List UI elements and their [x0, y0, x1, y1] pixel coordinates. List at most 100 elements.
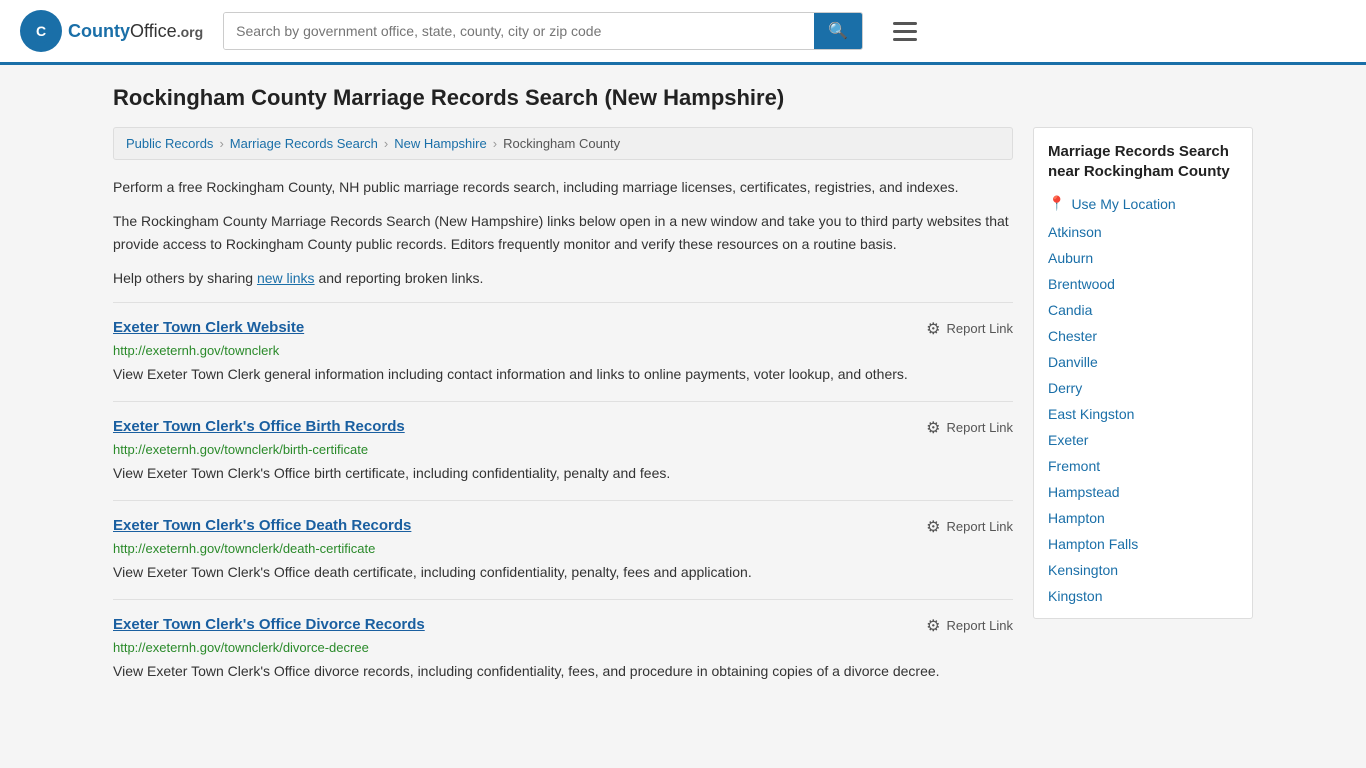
breadcrumb: Public Records › Marriage Records Search…	[113, 127, 1013, 160]
breadcrumb-new-hampshire[interactable]: New Hampshire	[394, 136, 486, 151]
page-title: Rockingham County Marriage Records Searc…	[113, 85, 1253, 111]
description-2: The Rockingham County Marriage Records S…	[113, 210, 1013, 255]
result-item: Exeter Town Clerk's Office Divorce Recor…	[113, 599, 1013, 698]
sidebar-link-item-6: Derry	[1048, 380, 1238, 396]
search-input[interactable]	[224, 13, 814, 49]
use-my-location[interactable]: 📍 Use My Location	[1048, 195, 1238, 212]
sidebar-link-danville[interactable]: Danville	[1048, 354, 1098, 370]
sidebar-links: Atkinson Auburn Brentwood Candia Chester Danv…	[1048, 224, 1238, 604]
sidebar-link-chester[interactable]: Chester	[1048, 328, 1097, 344]
result-header: Exeter Town Clerk's Office Death Records…	[113, 517, 1013, 537]
sidebar-link-atkinson[interactable]: Atkinson	[1048, 224, 1102, 240]
logo-text: CountyOffice.org	[68, 21, 203, 42]
result-item: Exeter Town Clerk's Office Birth Records…	[113, 401, 1013, 500]
result-title-3[interactable]: Exeter Town Clerk's Office Divorce Recor…	[113, 616, 425, 633]
result-title-0[interactable]: Exeter Town Clerk Website	[113, 319, 304, 336]
description-3-prefix: Help others by sharing	[113, 270, 257, 286]
report-icon-3: ⚙	[926, 616, 940, 636]
sidebar-link-east-kingston[interactable]: East Kingston	[1048, 406, 1134, 422]
result-header: Exeter Town Clerk's Office Birth Records…	[113, 418, 1013, 438]
logo[interactable]: C CountyOffice.org	[20, 10, 203, 52]
sidebar-link-item-4: Chester	[1048, 328, 1238, 344]
sidebar-link-item-10: Hampstead	[1048, 484, 1238, 500]
search-bar: 🔍	[223, 12, 863, 50]
breadcrumb-rockingham-county: Rockingham County	[503, 136, 620, 151]
search-button[interactable]: 🔍	[814, 13, 862, 49]
svg-text:C: C	[36, 23, 46, 39]
report-link-0[interactable]: ⚙ Report Link	[926, 319, 1013, 339]
location-label: Use My Location	[1071, 196, 1175, 212]
sidebar-link-hampton-falls[interactable]: Hampton Falls	[1048, 536, 1138, 552]
result-title-2[interactable]: Exeter Town Clerk's Office Death Records	[113, 517, 411, 534]
sidebar-link-item-12: Hampton Falls	[1048, 536, 1238, 552]
result-item: Exeter Town Clerk Website ⚙ Report Link …	[113, 302, 1013, 401]
sidebar-link-item-5: Danville	[1048, 354, 1238, 370]
report-icon-1: ⚙	[926, 418, 940, 438]
description-3-suffix: and reporting broken links.	[315, 270, 484, 286]
result-url-1[interactable]: http://exeternh.gov/townclerk/birth-cert…	[113, 442, 1013, 457]
sidebar: Marriage Records Search near Rockingham …	[1033, 127, 1253, 619]
breadcrumb-public-records[interactable]: Public Records	[126, 136, 213, 151]
search-icon: 🔍	[828, 23, 848, 40]
menu-line-2	[893, 30, 917, 33]
sidebar-link-item-2: Brentwood	[1048, 276, 1238, 292]
menu-line-1	[893, 22, 917, 25]
report-label-1: Report Link	[947, 420, 1013, 435]
breadcrumb-sep-1: ›	[219, 136, 223, 151]
result-url-3[interactable]: http://exeternh.gov/townclerk/divorce-de…	[113, 640, 1013, 655]
sidebar-link-item-3: Candia	[1048, 302, 1238, 318]
sidebar-title: Marriage Records Search near Rockingham …	[1048, 142, 1238, 181]
sidebar-link-derry[interactable]: Derry	[1048, 380, 1082, 396]
result-title-1[interactable]: Exeter Town Clerk's Office Birth Records	[113, 418, 405, 435]
breadcrumb-sep-2: ›	[384, 136, 388, 151]
sidebar-link-brentwood[interactable]: Brentwood	[1048, 276, 1115, 292]
report-link-3[interactable]: ⚙ Report Link	[926, 616, 1013, 636]
breadcrumb-sep-3: ›	[493, 136, 497, 151]
report-icon-0: ⚙	[926, 319, 940, 339]
sidebar-link-item-11: Hampton	[1048, 510, 1238, 526]
result-desc-3: View Exeter Town Clerk's Office divorce …	[113, 661, 1013, 682]
sidebar-link-kingston[interactable]: Kingston	[1048, 588, 1102, 604]
description-3: Help others by sharing new links and rep…	[113, 267, 1013, 289]
result-item: Exeter Town Clerk's Office Death Records…	[113, 500, 1013, 599]
menu-button[interactable]	[893, 22, 917, 41]
page-wrap: Rockingham County Marriage Records Searc…	[93, 65, 1273, 718]
sidebar-link-candia[interactable]: Candia	[1048, 302, 1092, 318]
sidebar-link-item-0: Atkinson	[1048, 224, 1238, 240]
sidebar-link-exeter[interactable]: Exeter	[1048, 432, 1088, 448]
menu-line-3	[893, 38, 917, 41]
sidebar-link-item-9: Fremont	[1048, 458, 1238, 474]
sidebar-link-fremont[interactable]: Fremont	[1048, 458, 1100, 474]
logo-icon: C	[20, 10, 62, 52]
result-desc-1: View Exeter Town Clerk's Office birth ce…	[113, 463, 1013, 484]
result-desc-0: View Exeter Town Clerk general informati…	[113, 364, 1013, 385]
result-header: Exeter Town Clerk's Office Divorce Recor…	[113, 616, 1013, 636]
result-url-0[interactable]: http://exeternh.gov/townclerk	[113, 343, 1013, 358]
sidebar-link-item-7: East Kingston	[1048, 406, 1238, 422]
description-1: Perform a free Rockingham County, NH pub…	[113, 176, 1013, 198]
sidebar-link-item-13: Kensington	[1048, 562, 1238, 578]
breadcrumb-marriage-records-search[interactable]: Marriage Records Search	[230, 136, 378, 151]
results-list: Exeter Town Clerk Website ⚙ Report Link …	[113, 302, 1013, 698]
report-label-0: Report Link	[947, 321, 1013, 336]
pin-icon: 📍	[1048, 195, 1065, 212]
sidebar-link-item-14: Kingston	[1048, 588, 1238, 604]
report-icon-2: ⚙	[926, 517, 940, 537]
sidebar-link-hampton[interactable]: Hampton	[1048, 510, 1105, 526]
result-url-2[interactable]: http://exeternh.gov/townclerk/death-cert…	[113, 541, 1013, 556]
site-header: C CountyOffice.org 🔍	[0, 0, 1366, 65]
sidebar-link-item-8: Exeter	[1048, 432, 1238, 448]
report-link-2[interactable]: ⚙ Report Link	[926, 517, 1013, 537]
report-link-1[interactable]: ⚙ Report Link	[926, 418, 1013, 438]
sidebar-link-hampstead[interactable]: Hampstead	[1048, 484, 1120, 500]
result-desc-2: View Exeter Town Clerk's Office death ce…	[113, 562, 1013, 583]
main-content: Public Records › Marriage Records Search…	[113, 127, 1013, 698]
new-links-link[interactable]: new links	[257, 270, 315, 286]
content-layout: Public Records › Marriage Records Search…	[113, 127, 1253, 698]
report-label-3: Report Link	[947, 618, 1013, 633]
result-header: Exeter Town Clerk Website ⚙ Report Link	[113, 319, 1013, 339]
sidebar-link-kensington[interactable]: Kensington	[1048, 562, 1118, 578]
sidebar-link-auburn[interactable]: Auburn	[1048, 250, 1093, 266]
report-label-2: Report Link	[947, 519, 1013, 534]
sidebar-link-item-1: Auburn	[1048, 250, 1238, 266]
